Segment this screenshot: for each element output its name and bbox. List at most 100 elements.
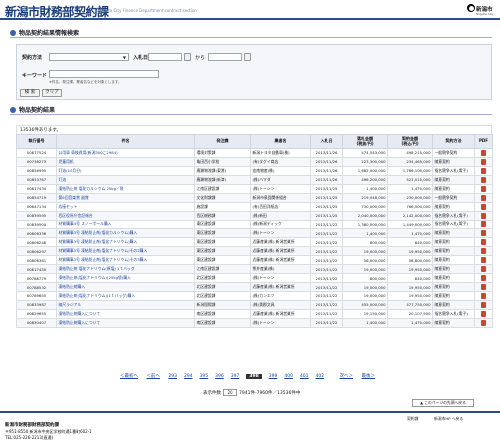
pdf-icon[interactable] xyxy=(481,230,486,237)
city-logo-inner xyxy=(468,5,474,11)
pdf-cell xyxy=(474,165,493,176)
item-name-link[interactable]: 材質購事3号 凍結防止剤(塩化ナトリウム)その3購入 xyxy=(56,255,195,266)
page-link[interactable]: 396 xyxy=(215,374,224,379)
pdf-icon[interactable] xyxy=(481,221,486,228)
prev-page-link[interactable]: ＜前へ xyxy=(146,373,160,379)
table-cell: 00830407 xyxy=(16,317,57,328)
site-title[interactable]: 新潟市財務部契約課 xyxy=(5,3,109,20)
calendar-from-button[interactable] xyxy=(184,53,191,61)
item-name-link[interactable]: 凍結防止剤(塩化ナトリウム)(25kg袋)購入 xyxy=(56,273,195,284)
display-count-select[interactable]: 20 xyxy=(223,389,237,396)
results-table: 執行番号 件名 発注課 業者名 入札日 落札金額 (税抜/円) 契約金額 (税込/円) 契約方… xyxy=(16,134,493,328)
table-cell: 随意契約 xyxy=(432,228,475,239)
table-cell: 2013/11/22 xyxy=(310,317,343,328)
page-link[interactable]: 401 xyxy=(300,374,309,379)
table-cell: 800,000 xyxy=(342,237,388,248)
footer-link-contract[interactable]: 契約課 xyxy=(407,416,418,422)
pdf-icon[interactable] xyxy=(481,292,486,299)
item-name-link[interactable]: 材質購事4号 スノーポール購入 xyxy=(56,219,195,230)
pdf-icon[interactable] xyxy=(481,176,486,183)
table-cell: 2013/11/22 xyxy=(310,264,343,275)
table-cell: 随意契約 xyxy=(432,174,475,185)
bid-date-to-input[interactable] xyxy=(208,53,242,61)
pdf-cell xyxy=(474,299,493,310)
page-link[interactable]: 395 xyxy=(200,374,209,379)
first-page-link[interactable]: ＜最初へ xyxy=(120,373,138,379)
calendar-to-button[interactable] xyxy=(244,53,251,61)
table-cell: (株)カンエツ xyxy=(250,291,311,301)
pdf-icon[interactable] xyxy=(481,248,486,255)
keyword-input[interactable] xyxy=(49,70,159,78)
table-cell: 指名競争入札(電子) xyxy=(432,165,475,176)
item-name-link[interactable]: 凍結防止剤購入について xyxy=(56,317,195,328)
table-cell: 2013/11/22 xyxy=(310,228,343,239)
item-name-link[interactable]: 材質購事3号 凍結防止剤(塩化ナトリウム)その2購入 xyxy=(56,246,195,257)
pdf-icon[interactable] xyxy=(481,167,486,174)
pdf-icon[interactable] xyxy=(481,194,486,201)
page-link[interactable]: 400 xyxy=(284,374,293,379)
search-button[interactable]: 検 索 xyxy=(20,89,40,97)
footer-link-city-hp[interactable]: 新潟市HP へ戻る xyxy=(434,416,463,422)
table-cell: 指名競争入札(電子) xyxy=(432,210,475,221)
pdf-icon[interactable] xyxy=(481,185,486,192)
table-cell: 1,470,000 xyxy=(387,183,433,194)
table-cell: 文化財課課 xyxy=(194,192,251,203)
item-name-link[interactable]: 灯油(10月分) xyxy=(56,165,195,176)
page-link[interactable]: 399 xyxy=(269,374,278,379)
table-cell: 1,400,000 xyxy=(342,183,388,194)
page-top-button[interactable]: ▲ このページの先頭へ戻る xyxy=(412,399,474,407)
pdf-icon[interactable] xyxy=(481,319,486,326)
page-link[interactable]: 294 xyxy=(184,374,193,379)
table-cell: 1,400,000 xyxy=(342,228,388,239)
item-name-link[interactable]: 応接セット xyxy=(56,201,195,212)
item-name-link[interactable]: 凍結防止剤 塩化ナトリウム(原塩) 1ｔバッグ xyxy=(56,264,195,275)
last-page-link[interactable]: 最後＞ xyxy=(362,373,376,379)
item-name-link[interactable]: 凍結防止剤購入 xyxy=(56,282,195,292)
item-name-link[interactable]: 縮尺ラジアル xyxy=(56,299,195,310)
next-page-link[interactable]: 次へ＞ xyxy=(340,373,354,379)
item-name-link[interactable]: 西区役所庁舎記帳台 xyxy=(56,210,195,221)
bid-date-from-input[interactable] xyxy=(148,53,182,61)
page-link[interactable]: 397 xyxy=(231,374,240,379)
pdf-cell xyxy=(474,291,493,301)
table-cell: 19,000,000 xyxy=(342,246,388,257)
pdf-icon[interactable] xyxy=(481,212,486,219)
pdf-icon[interactable] xyxy=(481,158,486,165)
item-name-link[interactable]: 材質購事3号 凍結防止剤(塩化カルシウム)購入 xyxy=(56,228,195,239)
pdf-icon[interactable] xyxy=(481,284,486,291)
table-cell: 随意契約 xyxy=(432,264,475,275)
pdf-icon[interactable] xyxy=(481,275,486,282)
pdf-icon[interactable] xyxy=(481,149,486,156)
pdf-icon[interactable] xyxy=(481,239,486,246)
table-cell: 施設課 xyxy=(194,201,251,212)
table-cell: 2013/11/26 xyxy=(310,174,343,185)
table-cell: 2013/11/25 xyxy=(310,210,343,221)
pdf-cell xyxy=(474,219,493,230)
pdf-icon[interactable] xyxy=(481,301,486,308)
item-name-link[interactable]: 公用車 車検費用(新潟300こ2984) xyxy=(56,148,195,158)
table-cell: 近藤産業(株) 新潟営業所 xyxy=(250,246,311,257)
search-panel: 契約方法 ▼ 入札日 から キーワード ※件名、発注課、業者名などを対象とします… xyxy=(16,44,492,100)
item-name-link[interactable]: 凍結防止剤購入について xyxy=(56,308,195,319)
clear-button[interactable]: クリア xyxy=(42,89,62,97)
pdf-icon[interactable] xyxy=(481,257,486,264)
item-name-link[interactable]: 第6回音楽賞 副賞 xyxy=(56,192,195,203)
item-name-link[interactable]: 凍結防止剤(塩化ナトリウム)(1ｔバッグ)購入 xyxy=(56,291,195,301)
contract-method-select[interactable]: ▼ xyxy=(49,53,129,61)
table-cell: 840,000 xyxy=(387,273,433,284)
column-header: 契約方法 xyxy=(432,134,475,149)
table-cell: 1,380,000,000 xyxy=(342,219,388,230)
pdf-icon[interactable] xyxy=(481,310,486,317)
page-link[interactable]: 293 xyxy=(168,374,177,379)
item-name-link[interactable]: 児童用机 xyxy=(56,156,195,167)
item-name-link[interactable]: 材質購事3号 凍結防止剤(塩化ナトリウム)購入 xyxy=(56,237,195,248)
item-name-link[interactable]: 灯油 xyxy=(56,174,195,185)
page-link[interactable]: 402 xyxy=(316,374,325,379)
table-cell: 730,000,000 xyxy=(342,201,388,212)
item-name-link[interactable]: 凍結防止剤 塩化カルシウム 25kg／袋 xyxy=(56,183,195,194)
table-cell: 2013/11/22 xyxy=(310,308,343,319)
pdf-icon[interactable] xyxy=(481,203,486,210)
table-cell: 2013/11/25 xyxy=(310,201,343,212)
table-cell: 新潟国際課 xyxy=(194,299,251,310)
pdf-icon[interactable] xyxy=(481,266,486,273)
